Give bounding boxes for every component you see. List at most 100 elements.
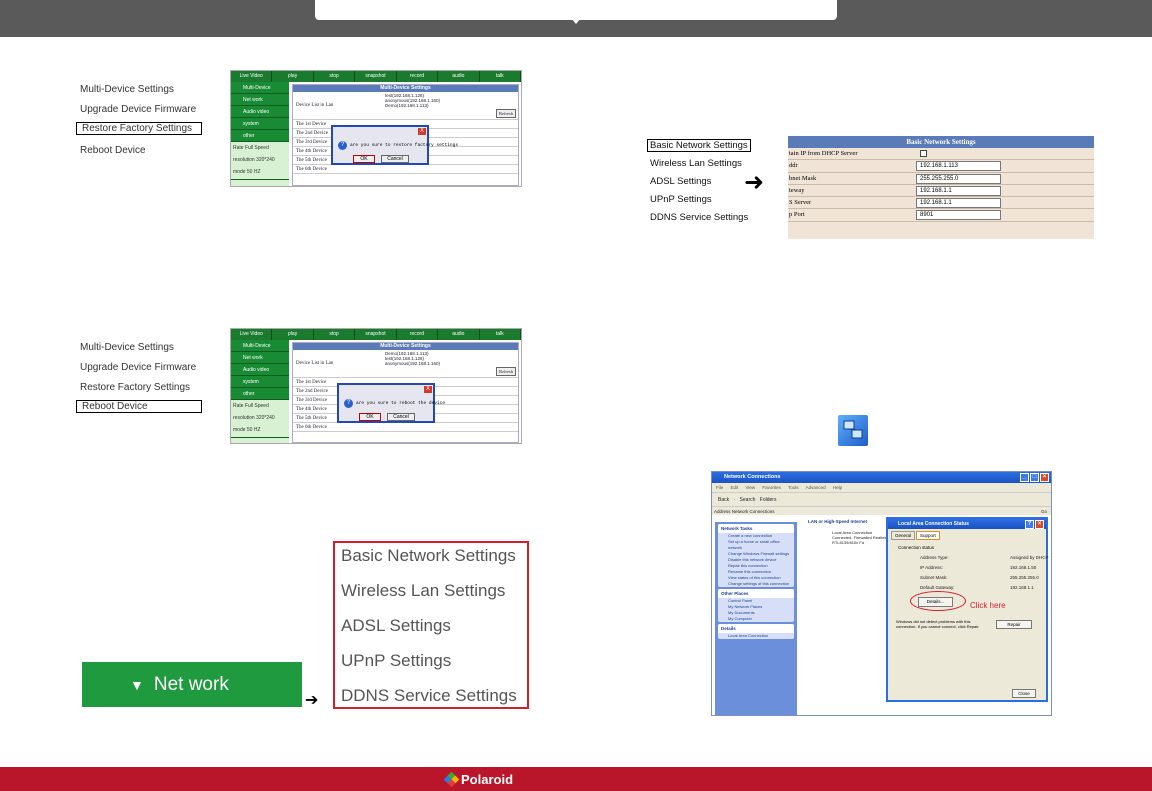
camera-screenshot-restore: Live Video play stop snapshot record aud… xyxy=(230,70,522,187)
toolbar-talk: talk xyxy=(480,329,521,340)
camera-toolbar: Live Video play stop snapshot record aud… xyxy=(231,71,521,82)
port-field[interactable]: 8901 xyxy=(916,210,1001,221)
field-key: Address Type: xyxy=(920,555,949,560)
xp-address-bar[interactable]: Address Network Connections Go xyxy=(712,506,1051,515)
network-connections-icon xyxy=(838,415,868,446)
dns-field[interactable]: 192.168.1.1 xyxy=(916,198,1001,209)
minimize-icon[interactable]: _ xyxy=(1020,473,1029,482)
bns-label: teway xyxy=(789,186,805,194)
field-value: Assigned by DHCP xyxy=(1010,555,1049,560)
resolution-label: resolution xyxy=(233,415,255,421)
maximize-icon[interactable]: □ xyxy=(1030,473,1039,482)
field-value: 255.255.255.0 xyxy=(1010,575,1039,580)
connection-status-label: Connection status xyxy=(898,545,935,550)
click-here-annotation: Click here xyxy=(970,601,1006,610)
xp-titlebar: Network Connections _ □ × xyxy=(712,472,1051,483)
net-upnp: UPnP Settings xyxy=(650,194,712,205)
resolution-value: 320*240 xyxy=(256,157,275,163)
dhcp-checkbox[interactable] xyxy=(920,150,927,157)
xp-menubar[interactable]: File Edit View Favorites Tools Advanced … xyxy=(712,483,1051,492)
camera-side-menu: Multi-Device Net work Audio video system… xyxy=(231,82,289,186)
side-multi-device: Multi-Device xyxy=(231,82,289,94)
big-upnp: UPnP Settings xyxy=(341,651,452,670)
close-icon[interactable]: × xyxy=(1035,520,1044,529)
top-title-box xyxy=(315,0,837,20)
net-adsl: ADSL Settings xyxy=(650,176,712,187)
field-address-type: Address Type: Assigned by DHCP xyxy=(920,555,1049,560)
side-controls: Rate Full Speed resolution 320*240 mode … xyxy=(231,142,289,180)
rate-label: Rate xyxy=(233,403,244,409)
side-multi-device: Multi-Device xyxy=(231,340,289,352)
cancel-button[interactable]: Cancel xyxy=(381,155,409,163)
status-titlebar: Local Area Connection Status ? × xyxy=(888,519,1046,529)
top-notch xyxy=(571,18,581,24)
resolution-value: 320*240 xyxy=(256,415,275,421)
gateway-field[interactable]: 192.168.1.1 xyxy=(916,185,1001,196)
lan-device-2: Demo(192.168.1.113) xyxy=(385,103,429,108)
toolbar-audio: audio xyxy=(438,329,480,340)
refresh-button[interactable]: Refresh xyxy=(496,109,516,118)
mode-label: mode xyxy=(233,169,246,175)
repair-button[interactable]: Repair xyxy=(996,620,1032,629)
ok-button[interactable]: OK xyxy=(359,413,381,421)
field-gateway: Default Gateway: 192.168.1.1 xyxy=(920,585,1034,590)
triangle-down-icon: ▼ xyxy=(130,676,144,693)
network-button-label: Net work xyxy=(153,673,229,695)
tab-general[interactable]: General xyxy=(891,531,916,540)
details-item: Local Area Connection xyxy=(728,633,769,638)
toolbar-talk: talk xyxy=(480,71,521,82)
camera-screenshot-reboot: Live Video play stop snapshot record aud… xyxy=(230,328,522,444)
camera-toolbar: Live Video play stop snapshot record aud… xyxy=(231,329,521,340)
panel-title[interactable]: Details xyxy=(718,624,794,633)
dialog-message: are you sure to reboot the device xyxy=(356,401,446,406)
device-list-row: Device List in Lan test(192.168.1.128) a… xyxy=(293,92,518,120)
tab-support[interactable]: Support xyxy=(916,531,940,540)
bns-label: p Port xyxy=(789,211,805,219)
close-icon[interactable]: × xyxy=(1040,473,1049,482)
polaroid-diamond-icon xyxy=(443,771,460,787)
toolbar-play: play xyxy=(272,329,314,340)
network-menu-button[interactable]: ▼ Net work xyxy=(82,662,302,707)
net-wireless: Wireless Lan Settings xyxy=(650,158,742,169)
address-value[interactable]: Network Connections xyxy=(732,509,775,514)
task-item[interactable]: Set up a home or small office network xyxy=(718,539,794,551)
menu-upgrade-firmware: Upgrade Device Firmware xyxy=(80,104,197,115)
ok-button[interactable]: OK xyxy=(353,155,375,163)
field-mask: Subnet Mask: 255.255.255.0 xyxy=(920,575,1039,580)
refresh-button[interactable]: Refresh xyxy=(496,367,516,376)
panel-title[interactable]: Network Tasks xyxy=(718,524,794,533)
device-list-box: test(192.168.1.128) anonymous(192.168.1.… xyxy=(385,93,440,108)
status-notice: Windows did not detect problems with thi… xyxy=(896,619,980,629)
field-key: IP Address: xyxy=(920,565,943,570)
device-list-box: Demo(192.168.1.113) test(192.168.1.128) … xyxy=(385,351,440,366)
dialog-close-icon[interactable]: X xyxy=(418,128,426,135)
big-basic: Basic Network Settings xyxy=(341,546,516,565)
task-item[interactable]: Change settings of this connection xyxy=(718,581,794,587)
dialog-message: are you sure to restore factory settings xyxy=(350,143,459,148)
confirm-reboot-dialog: X ? are you sure to reboot the device OK… xyxy=(337,383,445,423)
mask-field[interactable]: 255.255.255.0 xyxy=(916,173,1001,184)
bns-label: S Server xyxy=(789,199,812,207)
bns-label: ddr xyxy=(789,162,798,170)
resolution-label: resolution xyxy=(233,157,255,163)
xp-network-connections-window: Network Connections _ □ × File Edit View F… xyxy=(711,471,1052,716)
details-button[interactable]: Details... xyxy=(918,597,953,607)
lan-connection-item[interactable]: Local Area Connection Connected, Firewal… xyxy=(832,530,888,545)
network-computers-icon xyxy=(843,420,863,439)
details-panel: Details Local Area Connection xyxy=(718,624,794,639)
bns-row-port: p Port 8901 xyxy=(788,209,1094,222)
panel-title[interactable]: Other Places xyxy=(718,589,794,598)
place-item[interactable]: My Computer xyxy=(718,616,794,622)
mode-value: 50 HZ xyxy=(246,427,261,433)
xp-toolbar[interactable]: Back · Search Folders xyxy=(712,492,1051,506)
help-icon[interactable]: ? xyxy=(1025,520,1034,529)
toolbar-record: record xyxy=(397,329,439,340)
ip-field[interactable]: 192.168.1.113 xyxy=(916,161,1001,172)
menu-upgrade-firmware: Upgrade Device Firmware xyxy=(80,362,197,373)
cancel-button[interactable]: Cancel xyxy=(387,413,415,421)
side-audio-video: Audio video xyxy=(231,364,289,376)
go-button[interactable]: Go xyxy=(1041,507,1051,516)
close-button[interactable]: Close xyxy=(1012,689,1036,698)
toolbar-stop: stop xyxy=(314,71,356,82)
dialog-close-icon[interactable]: X xyxy=(424,386,432,393)
